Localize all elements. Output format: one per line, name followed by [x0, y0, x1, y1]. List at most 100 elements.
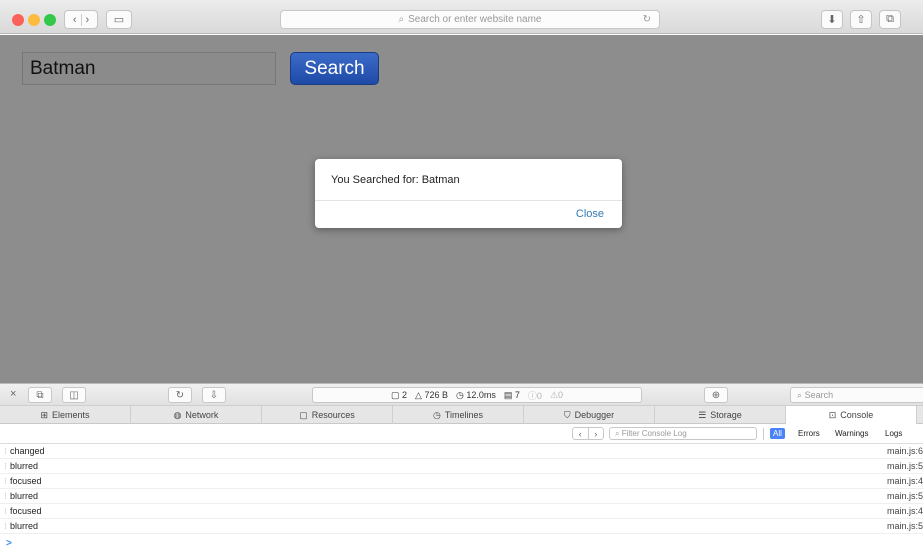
console-filter-input[interactable]: ⌕ Filter Console Log: [609, 427, 757, 440]
timelines-icon: ◷: [432, 409, 441, 420]
log-entry-icon: ⁝: [4, 446, 7, 456]
log-entry-icon: ⁝: [4, 491, 7, 501]
filter-placeholder: Filter Console Log: [621, 429, 687, 438]
devtools-search-placeholder: Search: [804, 390, 834, 400]
console-row: ⁝ blurred main.js:5: [0, 459, 923, 474]
search-icon: ⌕: [797, 390, 803, 400]
tab-network[interactable]: ◍ Network: [131, 406, 262, 424]
error-count: ⓘ0: [527, 390, 542, 401]
console-filter-bar: ‹ › ⌕ Filter Console Log All Errors Warn…: [0, 424, 923, 444]
undock-icon: ⧉: [36, 389, 44, 401]
minimize-window-button[interactable]: [28, 14, 40, 26]
reload-page-button[interactable]: ↻: [168, 387, 192, 403]
console-row: ⁝ blurred main.js:5: [0, 489, 923, 504]
filter-all[interactable]: All: [770, 428, 785, 439]
console-message: changed: [10, 446, 45, 456]
console-source-link[interactable]: main.js:4: [887, 476, 923, 486]
address-bar[interactable]: ⌕ Search or enter website name ↻: [280, 10, 660, 29]
document-icon: ▢: [390, 389, 400, 400]
console-message: blurred: [10, 521, 39, 531]
tab-storage[interactable]: ☰ Storage: [655, 406, 786, 424]
console-source-link[interactable]: main.js:5: [887, 491, 923, 501]
tab-timelines[interactable]: ◷ Timelines: [393, 406, 524, 424]
undock-button[interactable]: ⧉: [28, 387, 52, 403]
crosshair-icon: ⊕: [711, 389, 721, 401]
resource-count: ▢ 2: [390, 389, 407, 400]
inspect-button[interactable]: ⊕: [704, 387, 728, 403]
console-source-link[interactable]: main.js:5: [887, 521, 923, 531]
tab-debugger[interactable]: ⛉ Debugger: [524, 406, 655, 424]
console-source-link[interactable]: main.js:5: [887, 461, 923, 471]
next-icon[interactable]: ›: [589, 428, 604, 439]
filter-logs[interactable]: Logs: [882, 428, 905, 439]
forward-icon[interactable]: ›: [80, 13, 94, 26]
share-icon: ⇧: [856, 14, 866, 26]
reload-icon[interactable]: ↻: [643, 14, 651, 25]
console-row: ⁝ focused main.js:4: [0, 504, 923, 519]
activity-stats[interactable]: ▢ 2 △ 726 B ◷ 12.0ms ▤ 7 ⓘ0 ⚠0: [312, 387, 642, 403]
devtools-search-input[interactable]: ⌕ Search: [790, 387, 923, 403]
resource-size: △ 726 B: [415, 389, 448, 400]
sidebar-button[interactable]: ▭: [106, 10, 132, 29]
reload-icon: ↻: [175, 389, 185, 401]
tabs-icon: ⧉: [886, 13, 894, 25]
log-entry-icon: ⁝: [4, 521, 7, 531]
network-icon: ◍: [173, 409, 182, 420]
clock-icon: ◷: [455, 389, 464, 400]
back-icon[interactable]: ‹: [69, 14, 81, 26]
console-message: focused: [10, 506, 42, 516]
previous-icon[interactable]: ‹: [573, 428, 589, 439]
resources-icon: ▢: [299, 409, 308, 420]
log-entry-icon: ⁝: [4, 476, 7, 486]
warning-icon: ⚠: [549, 389, 559, 400]
devtools-tab-bar: ⊞ Elements ◍ Network ▢ Resources ◷ Timelines…: [0, 406, 923, 424]
filter-errors[interactable]: Errors: [795, 428, 823, 439]
debugger-icon: ⛉: [563, 409, 571, 420]
tabs-button[interactable]: ⧉: [879, 10, 901, 29]
weight-icon: △: [415, 389, 422, 400]
console-row: ⁝ blurred main.js:5: [0, 519, 923, 534]
log-count: ▤ 7: [503, 389, 520, 400]
back-forward-buttons[interactable]: ‹ ›: [64, 10, 98, 29]
search-input[interactable]: Batman: [22, 52, 276, 85]
downloads-button[interactable]: ⬇: [821, 10, 843, 29]
filter-icon: ⌕: [615, 429, 620, 438]
download-archive-button[interactable]: ⇩: [202, 387, 226, 403]
error-icon: ⓘ: [527, 390, 537, 401]
warning-count: ⚠0: [549, 389, 564, 400]
zoom-window-button[interactable]: [44, 14, 56, 26]
load-time: ◷ 12.0ms: [455, 389, 496, 400]
devtools-toolbar: × ⧉ ◫ ↻ ⇩ ▢ 2 △ 726 B ◷ 12.0ms ▤ 7 ⓘ0 ⚠0…: [0, 383, 923, 406]
tab-console[interactable]: ⊡ Console: [786, 406, 917, 424]
console-row: ⁝ focused main.js:4: [0, 474, 923, 489]
log-icon: ▤: [503, 389, 513, 400]
modal-message: You Searched for: Batman: [331, 174, 460, 186]
download-icon: ⬇: [827, 14, 837, 26]
console-source-link[interactable]: main.js:6: [887, 446, 923, 456]
address-placeholder: Search or enter website name: [408, 14, 542, 25]
share-button[interactable]: ⇧: [850, 10, 872, 29]
console-prompt[interactable]: >: [6, 538, 12, 549]
sidebar-icon: ▭: [113, 14, 125, 26]
console-row: ⁝ changed main.js:6: [0, 444, 923, 459]
modal-divider: [315, 200, 622, 201]
close-window-button[interactable]: [12, 14, 24, 26]
page-viewport: Batman Search You Searched for: Batman C…: [0, 35, 923, 383]
storage-icon: ☰: [698, 409, 707, 420]
elements-icon: ⊞: [40, 409, 48, 420]
console-message: blurred: [10, 491, 39, 501]
console-source-link[interactable]: main.js:4: [887, 506, 923, 516]
search-button[interactable]: Search: [290, 52, 379, 85]
search-icon: ⌕: [398, 14, 405, 25]
tab-elements[interactable]: ⊞ Elements: [0, 406, 131, 424]
modal-close-button[interactable]: Close: [576, 208, 604, 220]
log-entry-icon: ⁝: [4, 461, 7, 471]
dock-side-icon: ◫: [69, 389, 79, 401]
close-devtools-icon[interactable]: ×: [10, 388, 16, 400]
tab-resources[interactable]: ▢ Resources: [262, 406, 393, 424]
filter-warnings[interactable]: Warnings: [832, 428, 872, 439]
dock-side-button[interactable]: ◫: [62, 387, 86, 403]
console-history-nav[interactable]: ‹ ›: [572, 427, 604, 440]
browser-toolbar: ‹ › ▭ ⌕ Search or enter website name ↻ ⬇…: [0, 0, 923, 34]
log-entry-icon: ⁝: [4, 506, 7, 516]
